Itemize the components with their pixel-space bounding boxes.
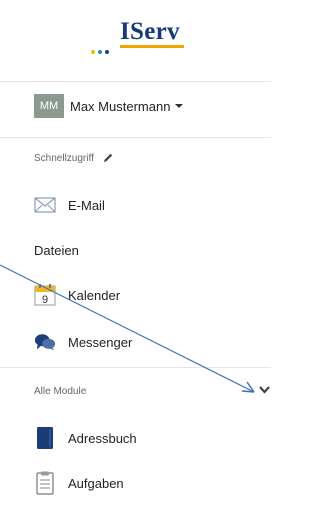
module-item-adressbuch[interactable]: Adressbuch	[34, 426, 137, 450]
logo-underline	[120, 45, 184, 48]
calendar-icon: 9	[34, 284, 56, 306]
user-name: Max Mustermann	[70, 98, 171, 114]
all-modules-heading[interactable]: Alle Module	[34, 386, 86, 397]
module-item-label: Aufgaben	[68, 475, 124, 491]
quick-item-label: Dateien	[34, 242, 79, 258]
chat-bubbles-icon	[34, 331, 56, 353]
envelope-icon	[34, 194, 56, 216]
user-menu[interactable]: MM Max Mustermann	[34, 94, 184, 118]
quick-access-heading: Schnellzugriff	[34, 152, 114, 164]
caret-down-icon	[175, 104, 184, 108]
logo-dots	[91, 41, 112, 59]
module-item-aufgaben[interactable]: Aufgaben	[34, 471, 124, 495]
pencil-icon[interactable]	[102, 152, 114, 164]
quick-item-messenger[interactable]: Messenger	[34, 330, 132, 354]
clipboard-icon	[34, 471, 56, 495]
quick-item-label: E-Mail	[68, 197, 105, 213]
quick-item-kalender[interactable]: 9 Kalender	[34, 283, 120, 307]
module-item-label: Adressbuch	[68, 430, 137, 446]
quick-item-label: Kalender	[68, 287, 121, 303]
svg-text:9: 9	[42, 294, 48, 306]
avatar: MM	[34, 94, 64, 118]
divider	[0, 367, 271, 368]
all-modules-title: Alle Module	[34, 386, 87, 397]
address-book-icon	[34, 427, 56, 449]
logo-text: IServ	[120, 18, 180, 45]
divider	[0, 137, 271, 138]
divider	[0, 81, 271, 82]
quick-item-email[interactable]: E-Mail	[34, 193, 105, 217]
quick-access-title: Schnellzugriff	[34, 152, 94, 164]
quick-item-dateien[interactable]: Dateien	[34, 238, 79, 262]
iserv-logo[interactable]: IServ	[0, 0, 271, 80]
quick-item-label: Messenger	[68, 334, 133, 350]
chevron-down-icon[interactable]	[258, 385, 271, 395]
